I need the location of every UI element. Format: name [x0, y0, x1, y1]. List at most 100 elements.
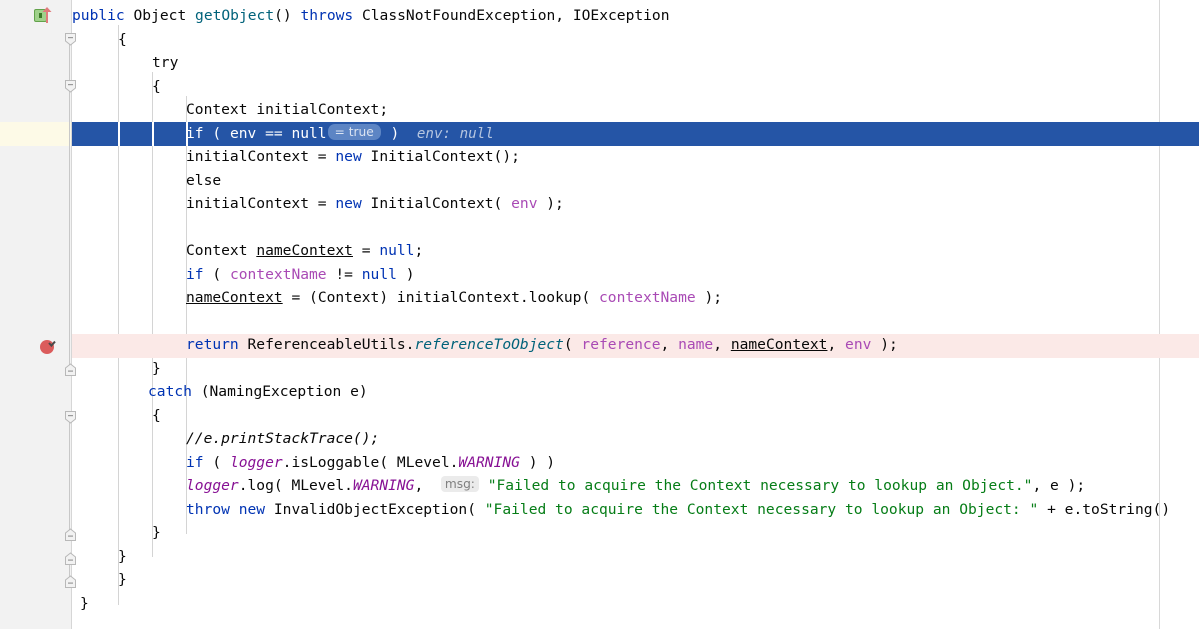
code-line-124[interactable]: 124 logger.log( MLevel.WARNING, msg: "Fa… [0, 474, 1199, 498]
line-content: } [118, 547, 127, 565]
token-NamingException: NamingException [209, 383, 342, 400]
code-line-114[interactable]: 114 Context nameContext = null; [0, 239, 1199, 263]
line-content: initialContext = new InitialContext(); [186, 145, 520, 169]
token-name: name [678, 336, 714, 353]
token-dot: . [238, 477, 248, 494]
token-env: env [229, 124, 257, 142]
token-ClassNotFoundException: ClassNotFoundException [361, 7, 556, 24]
token-semicolon: ; [414, 242, 424, 259]
line-content: throw new InvalidObjectException( "Faile… [186, 498, 1170, 522]
inline-debugger-value-chip[interactable]: = true [327, 123, 381, 140]
token-initialContext: initialContext [186, 195, 310, 212]
code-line-113[interactable]: 113 [0, 216, 1199, 240]
line-content: initialContext = new InitialContext( env… [186, 192, 564, 216]
code-line-118[interactable]: 118 return ReferenceableUtils.referenceT… [0, 333, 1199, 357]
token-neq: != [326, 265, 362, 283]
code-line-109[interactable]: 109 if ( env == null= true ) env: null [0, 122, 1199, 146]
inline-variable-hint[interactable]: env: null [417, 126, 494, 142]
code-line-111[interactable]: 111 else [0, 169, 1199, 193]
token-log: log [247, 477, 274, 494]
fold-marker-128[interactable] [64, 574, 77, 593]
token-logger: logger [229, 453, 283, 471]
fold-marker-105[interactable] [64, 31, 77, 50]
token-null: null [379, 242, 415, 259]
editor-gutter[interactable] [0, 0, 72, 629]
token-throws: throws [300, 7, 354, 24]
token-catch: catch [148, 383, 192, 400]
token-InvalidObjectException: InvalidObjectException [273, 500, 468, 518]
code-line-120[interactable]: 120 catch (NamingException e) [0, 380, 1199, 404]
breakpoint-verified-icon[interactable] [39, 338, 57, 360]
token-initialContext: initialContext [396, 289, 520, 306]
code-line-126[interactable]: 126 } [0, 521, 1199, 545]
token-nameContext: nameContext [186, 289, 283, 306]
token-open: ( [273, 477, 292, 494]
code-line-119[interactable]: 119 } [0, 357, 1199, 381]
code-line-104[interactable]: 104 public Object getObject() throws Cla… [0, 4, 1199, 28]
code-editor[interactable]: 104 public Object getObject() throws Cla… [0, 0, 1199, 629]
line-content: } [80, 594, 89, 612]
token-toString: toString [1082, 500, 1153, 518]
token-isLoggable: isLoggable [291, 453, 380, 471]
implemented-method-marker-icon[interactable] [34, 7, 56, 28]
token-open: ( [563, 336, 582, 353]
fold-marker-119[interactable] [64, 362, 77, 381]
code-line-105[interactable]: 105 { [0, 28, 1199, 52]
token-throw: throw [186, 500, 230, 518]
code-line-107[interactable]: 107 { [0, 75, 1199, 99]
token-cast-close: ) [379, 289, 397, 306]
parameter-name-hint[interactable]: msg: [440, 476, 479, 492]
token-Context: Context [186, 242, 248, 259]
line-content: catch (NamingException e) [148, 380, 368, 404]
code-line-127[interactable]: 127 } [0, 545, 1199, 569]
token-tail: , [1032, 477, 1051, 494]
line-content: try [152, 54, 179, 71]
code-line-129[interactable]: 129 } [0, 592, 1199, 616]
token-Context: Context [317, 289, 380, 306]
code-line-123[interactable]: 123 if ( logger.isLoggable( MLevel.WARNI… [0, 451, 1199, 475]
code-line-122[interactable]: 122 //e.printStackTrace(); [0, 427, 1199, 451]
line-content: logger.log( MLevel.WARNING, msg: "Failed… [186, 474, 1085, 498]
token-close: ) ) [519, 453, 556, 471]
fold-marker-121[interactable] [64, 409, 77, 428]
token-open: ( [493, 195, 512, 212]
token-WARNING: WARNING [352, 477, 415, 494]
token-close: ); [537, 195, 564, 212]
token-if: if [186, 265, 204, 283]
token-open-paren: ( [203, 265, 230, 283]
token-new: new [335, 148, 362, 165]
code-line-115[interactable]: 115 if ( contextName != null ) [0, 263, 1199, 287]
fold-marker-107[interactable] [64, 78, 77, 97]
token-if: if [186, 453, 204, 471]
token-InitialContext: InitialContext [370, 148, 494, 165]
line-content: if ( logger.isLoggable( MLevel.WARNING )… [186, 451, 555, 475]
code-line-116[interactable]: 116 nameContext = (Context) initialConte… [0, 286, 1199, 310]
fold-marker-127[interactable] [64, 551, 77, 570]
line-content: else [186, 171, 222, 189]
line-content: return ReferenceableUtils.referenceToObj… [186, 333, 898, 357]
code-line-112[interactable]: 112 initialContext = new InitialContext(… [0, 192, 1199, 216]
code-line-121[interactable]: 121 { [0, 404, 1199, 428]
code-line-106[interactable]: 106 try [0, 51, 1199, 75]
token-env: env [845, 336, 872, 353]
code-line-130[interactable]: 130 [0, 615, 1199, 629]
token-null: null [291, 124, 327, 142]
code-line-108[interactable]: 108 Context initialContext; [0, 98, 1199, 122]
fold-marker-126[interactable] [64, 527, 77, 546]
token-call: () [1152, 500, 1171, 518]
token-open: ( [379, 453, 397, 471]
token-comma2: , [713, 336, 731, 353]
code-line-117[interactable]: 117 [0, 310, 1199, 334]
token-open: ( [581, 289, 600, 306]
token-MLevel: MLevel [396, 453, 450, 471]
token-close-paren: ) [381, 124, 417, 142]
code-line-110[interactable]: 110 initialContext = new InitialContext(… [0, 145, 1199, 169]
token-initialContext: initialContext [256, 101, 380, 118]
token-close: ); [695, 289, 723, 306]
code-line-125[interactable]: 125 throw new InvalidObjectException( "F… [0, 498, 1199, 522]
token-referenceToObject: referenceToObject [414, 336, 564, 353]
token-comma3: , [827, 336, 846, 353]
code-line-128[interactable]: 128 } [0, 568, 1199, 592]
